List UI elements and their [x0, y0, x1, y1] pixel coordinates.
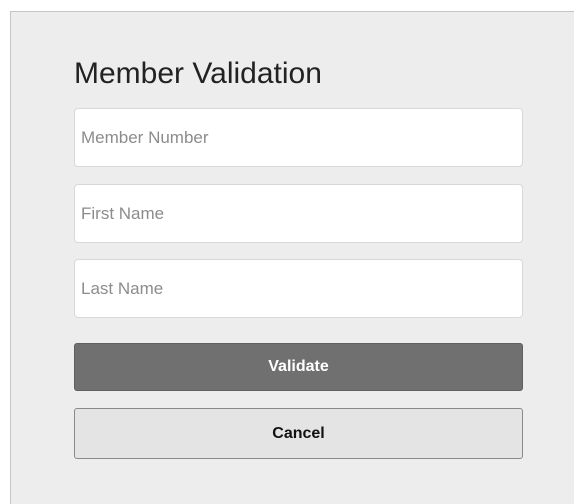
member-validation-panel: Member Validation Validate Cancel — [10, 11, 574, 504]
member-number-input[interactable] — [74, 108, 523, 167]
validate-button[interactable]: Validate — [74, 343, 523, 391]
form-title: Member Validation — [74, 57, 322, 90]
cancel-button[interactable]: Cancel — [74, 408, 523, 459]
first-name-input[interactable] — [74, 184, 523, 243]
last-name-input[interactable] — [74, 259, 523, 318]
